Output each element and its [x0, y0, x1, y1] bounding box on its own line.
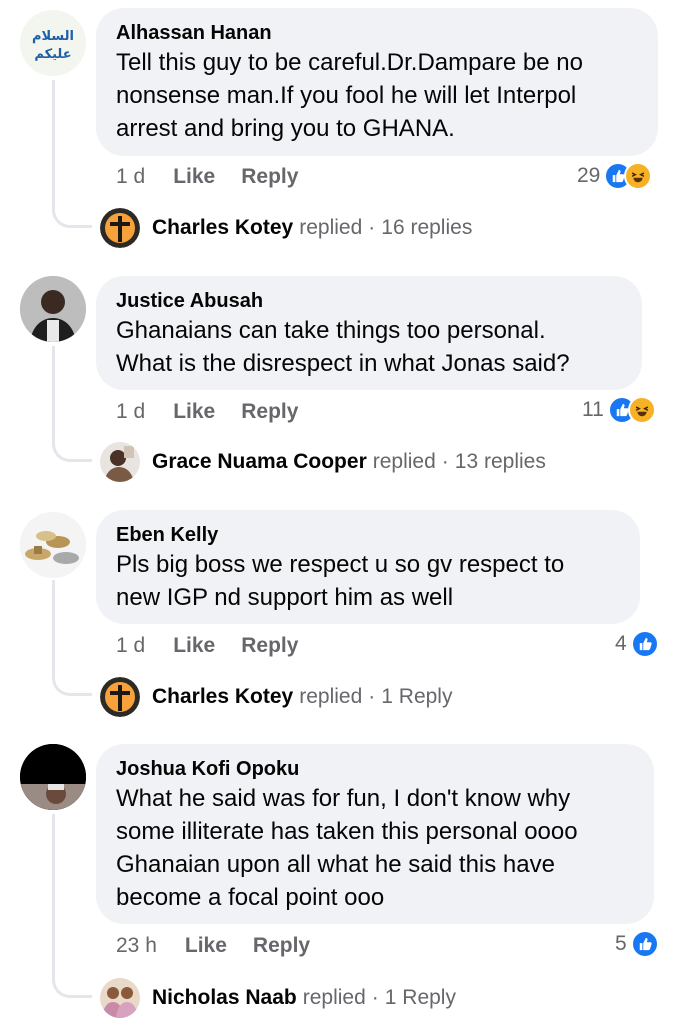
- avatar[interactable]: [20, 744, 86, 810]
- like-icon: [630, 630, 659, 658]
- avatar[interactable]: السلام عليكم: [20, 10, 86, 76]
- comment-bubble: Justice Abusah Ghanaians can take things…: [96, 276, 642, 390]
- reply-verb: replied: [299, 685, 363, 708]
- reply-separator: ·: [368, 685, 376, 708]
- thread-line: [52, 346, 92, 462]
- reply-avatar: [100, 677, 140, 717]
- avatar[interactable]: [20, 276, 86, 342]
- comment-text-line: nonsense man.If you fool he will let Int…: [116, 82, 577, 109]
- reaction-count: 5: [615, 932, 627, 955]
- reply-avatar: [100, 208, 140, 248]
- like-button[interactable]: Like: [173, 165, 215, 189]
- comment-actions: 1 d Like Reply: [116, 634, 324, 658]
- comment-text-line: Tell this guy to be careful.Dr.Dampare b…: [116, 49, 583, 76]
- haha-icon: [624, 162, 653, 190]
- reply-author[interactable]: Nicholas Naab: [152, 986, 297, 1010]
- comment-bubble: Joshua Kofi Opoku What he said was for f…: [96, 744, 654, 924]
- comment-author[interactable]: Eben Kelly: [116, 522, 620, 548]
- reply-count: 13 replies: [454, 450, 546, 473]
- reply-count: 16 replies: [381, 216, 473, 239]
- reply-avatar: [100, 442, 140, 482]
- comment-time[interactable]: 1 d: [116, 165, 145, 189]
- reply-author[interactable]: Charles Kotey: [152, 216, 293, 240]
- reply-count: 1 Reply: [384, 986, 456, 1009]
- reply-button[interactable]: Reply: [253, 934, 310, 958]
- like-button[interactable]: Like: [173, 400, 215, 424]
- thread-line: [52, 580, 92, 696]
- comment-text-line: become a focal point ooo: [116, 884, 385, 911]
- comment-text-line: What is the disrespect in what Jonas sai…: [116, 350, 570, 377]
- reaction-summary[interactable]: 5: [615, 930, 659, 958]
- reply-separator: ·: [441, 450, 449, 473]
- avatar[interactable]: [20, 512, 86, 578]
- comment-actions: 23 h Like Reply: [116, 934, 336, 958]
- comment-text-line: Pls big boss we respect u so gv respect …: [116, 551, 565, 578]
- reaction-summary[interactable]: 29: [577, 162, 653, 190]
- reaction-count: 11: [582, 398, 604, 421]
- like-icon: [630, 930, 659, 958]
- reply-verb: replied: [372, 450, 436, 473]
- reply-button[interactable]: Reply: [241, 634, 298, 658]
- comment-text-line: Ghanaians can take things too personal.: [116, 317, 546, 344]
- view-replies-link[interactable]: Grace Nuama Cooper replied · 13 replies: [100, 442, 546, 482]
- reply-separator: ·: [368, 216, 376, 239]
- reaction-summary[interactable]: 4: [615, 630, 659, 658]
- reaction-summary[interactable]: 11: [582, 396, 656, 424]
- comment-text-line: new IGP nd support him as well: [116, 584, 454, 611]
- comment-author[interactable]: Justice Abusah: [116, 288, 622, 314]
- comment-actions: 1 d Like Reply: [116, 400, 324, 424]
- comment-actions: 1 d Like Reply: [116, 165, 324, 189]
- comment-bubble: Alhassan Hanan Tell this guy to be caref…: [96, 8, 658, 156]
- reply-verb: replied: [299, 216, 363, 239]
- reply-button[interactable]: Reply: [241, 400, 298, 424]
- reply-author[interactable]: Grace Nuama Cooper: [152, 450, 367, 474]
- haha-icon: [627, 396, 656, 424]
- comment-time[interactable]: 23 h: [116, 934, 157, 958]
- view-replies-link[interactable]: Charles Kotey replied · 1 Reply: [100, 677, 452, 717]
- comment-text-line: What he said was for fun, I don't know w…: [116, 785, 571, 812]
- view-replies-link[interactable]: Charles Kotey replied · 16 replies: [100, 208, 472, 248]
- reply-button[interactable]: Reply: [241, 165, 298, 189]
- comment-time[interactable]: 1 d: [116, 634, 145, 658]
- view-replies-link[interactable]: Nicholas Naab replied · 1 Reply: [100, 978, 456, 1018]
- comment-author[interactable]: Alhassan Hanan: [116, 20, 638, 46]
- avatar-text: السلام: [32, 29, 74, 44]
- reply-avatar: [100, 978, 140, 1018]
- comment-time[interactable]: 1 d: [116, 400, 145, 424]
- comment-text-line: some illiterate has taken this personal …: [116, 818, 578, 845]
- reaction-count: 4: [615, 632, 627, 655]
- reaction-count: 29: [577, 164, 601, 187]
- like-button[interactable]: Like: [173, 634, 215, 658]
- thread-line: [52, 80, 92, 228]
- comment-text-line: arrest and bring you to GHANA.: [116, 115, 455, 142]
- comment-author[interactable]: Joshua Kofi Opoku: [116, 756, 634, 782]
- reply-separator: ·: [371, 986, 379, 1009]
- like-button[interactable]: Like: [185, 934, 227, 958]
- thread-line: [52, 814, 92, 998]
- reply-author[interactable]: Charles Kotey: [152, 685, 293, 709]
- comment-bubble: Eben Kelly Pls big boss we respect u so …: [96, 510, 640, 624]
- comment-text-line: Ghanaian upon all what he said this have: [116, 851, 555, 878]
- reply-verb: replied: [302, 986, 366, 1009]
- svg-text:عليكم: عليكم: [34, 47, 71, 62]
- reply-count: 1 Reply: [381, 685, 453, 708]
